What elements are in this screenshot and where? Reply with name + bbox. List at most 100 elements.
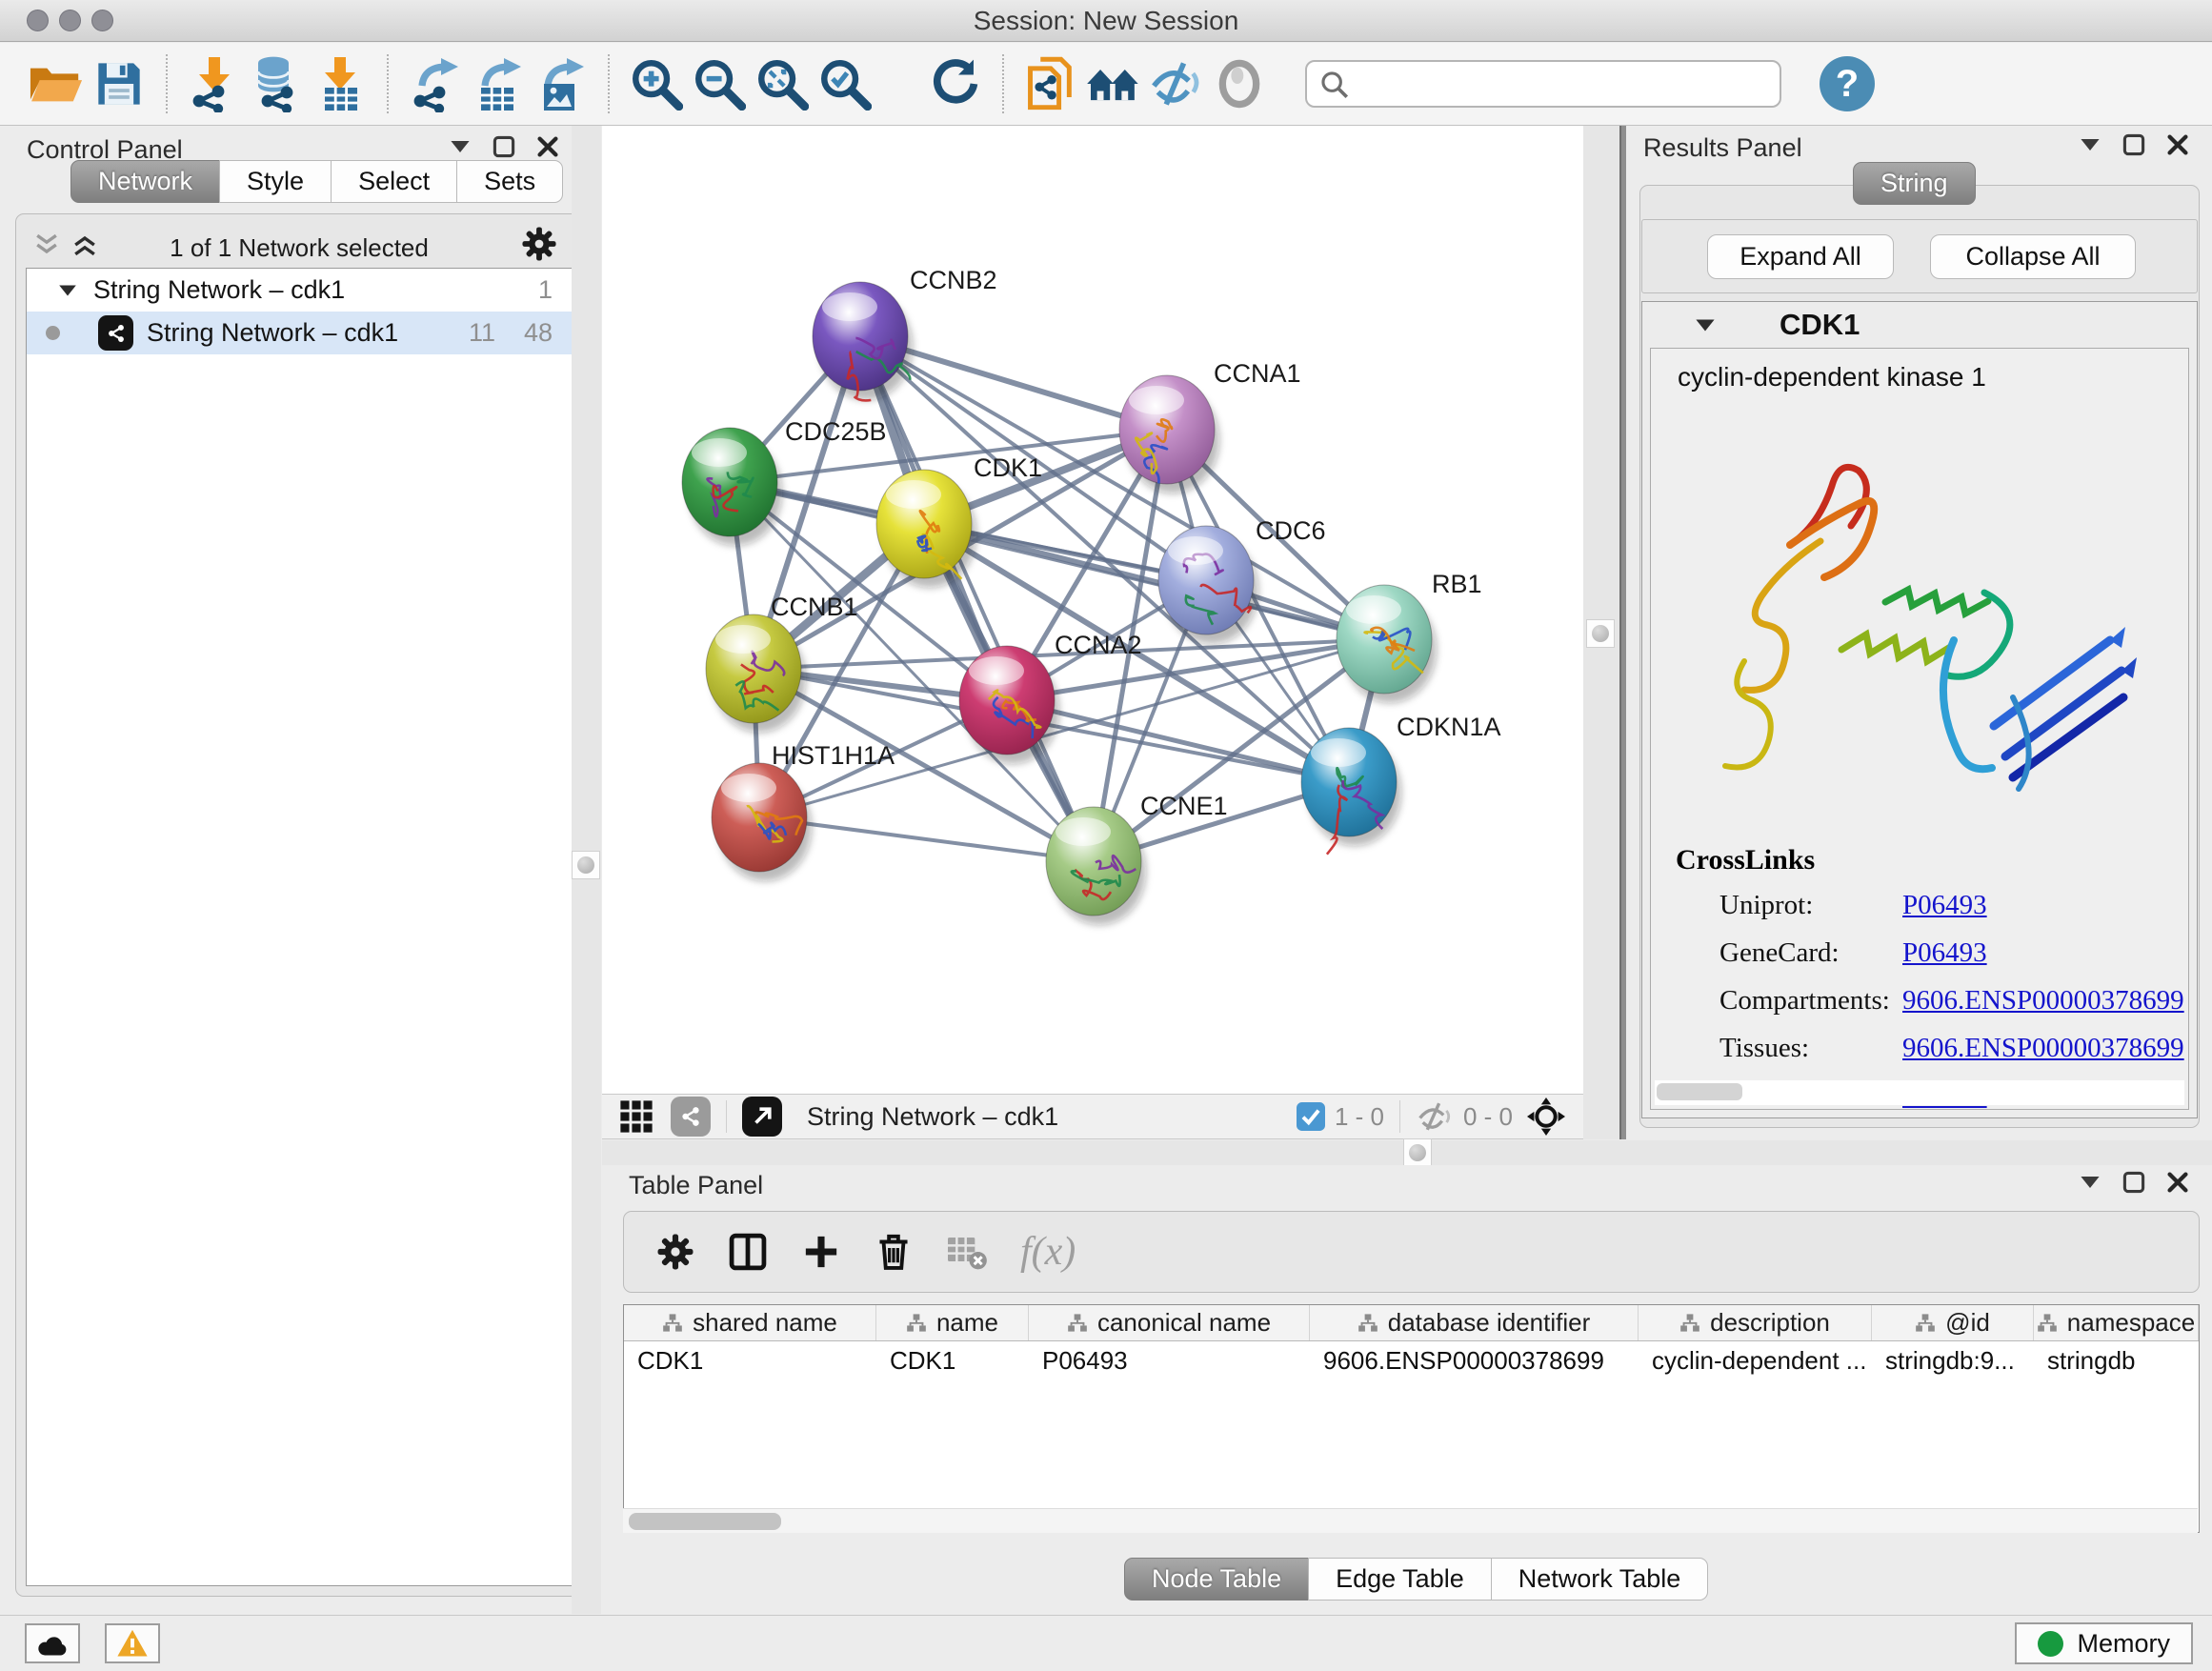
help-button[interactable]: ? [1820,56,1875,111]
column-header-@id[interactable]: @id [1872,1305,2034,1340]
crosslink-link[interactable]: P06493 [1902,937,1987,969]
crosslink-link[interactable]: 9606.ENSP00000378699 [1902,985,2184,1017]
create-column-plus-icon[interactable] [801,1232,841,1272]
column-header-shared-name[interactable]: shared name [624,1305,876,1340]
collapse-all-button[interactable]: Collapse All [1930,234,2136,279]
tab-style[interactable]: Style [219,160,332,203]
table-cell[interactable]: 9606.ENSP00000378699 [1310,1341,1639,1379]
table-cell[interactable]: cyclin-dependent ... [1639,1341,1872,1379]
zoom-in-button[interactable] [625,52,688,115]
enhanced-graphics-toggle-button[interactable] [1145,52,1208,115]
table-cell[interactable]: CDK1 [624,1341,876,1379]
show-columns-icon[interactable] [727,1231,769,1273]
panel-close-icon[interactable] [2166,1171,2189,1194]
save-session-button[interactable] [88,52,151,115]
column-header-database-identifier[interactable]: database identifier [1310,1305,1639,1340]
right-splitter[interactable] [1583,126,1619,1139]
network-node-CDC6[interactable] [1158,526,1258,644]
import-network-database-button[interactable] [246,52,309,115]
panel-float-icon[interactable] [2122,133,2145,156]
cloud-status-button[interactable] [25,1623,80,1663]
panel-close-icon[interactable] [536,135,559,158]
network-options-gear-icon[interactable] [521,226,557,262]
delete-column-trash-icon[interactable] [874,1231,914,1273]
import-network-file-button[interactable] [183,52,246,115]
panel-menu-caret-icon[interactable] [449,138,472,155]
network-node-CCNE1[interactable] [1046,807,1146,925]
table-settings-gear-icon[interactable] [656,1233,694,1271]
node-position-button[interactable] [1526,1097,1566,1137]
memory-button[interactable]: Memory [2015,1622,2193,1664]
left-splitter-grip[interactable] [572,851,600,879]
column-header-canonical-name[interactable]: canonical name [1029,1305,1310,1340]
network-node-CDK1[interactable] [876,470,976,588]
panel-menu-caret-icon[interactable] [2079,136,2101,153]
crosslink-link[interactable]: 9606.ENSP00000378699 [1902,1033,2184,1064]
zoom-out-button[interactable] [688,52,751,115]
tab-edge-table[interactable]: Edge Table [1308,1558,1492,1601]
network-node-RB1[interactable] [1337,585,1437,703]
table-cell[interactable]: stringdb [2034,1341,2199,1379]
table-cell[interactable]: P06493 [1029,1341,1310,1379]
apply-layout-button[interactable] [924,52,987,115]
import-table-file-button[interactable] [309,52,372,115]
selected-checkbox-icon[interactable] [1297,1102,1325,1131]
string-home-button[interactable] [1082,52,1145,115]
tab-string[interactable]: String [1853,162,1976,205]
table-cell[interactable]: stringdb:9... [1872,1341,2034,1379]
show-graphics-details-button[interactable] [1208,52,1271,115]
gene-hscrollbar-thumb[interactable] [1657,1083,1742,1100]
right-splitter-grip[interactable] [1586,619,1615,648]
crosslink-link[interactable]: P06493 [1902,890,1987,921]
network-row[interactable]: String Network – cdk1 11 48 [27,312,573,354]
column-header-namespace[interactable]: namespace [2034,1305,2199,1340]
horizontal-splitter[interactable] [602,1140,2212,1165]
open-in-window-button[interactable] [742,1097,782,1137]
zoom-selected-button[interactable] [814,52,876,115]
network-node-CCNA1[interactable] [1119,375,1219,493]
network-node-CCNB2[interactable] [813,282,913,400]
table-row[interactable]: CDK1CDK1P064939606.ENSP00000378699cyclin… [624,1341,2199,1379]
column-header-description[interactable]: description [1639,1305,1872,1340]
zoom-fit-button[interactable] [751,52,814,115]
zoom-in-icon [630,57,683,111]
birds-eye-grid-icon[interactable] [619,1099,654,1134]
open-session-button[interactable] [25,52,88,115]
table-body: CDK1CDK1P064939606.ENSP00000378699cyclin… [624,1341,2199,1379]
search-input[interactable] [1305,60,1781,108]
tab-network[interactable]: Network [70,160,220,203]
expand-all-button[interactable]: Expand All [1707,234,1894,279]
network-badge-gray[interactable] [671,1097,711,1137]
network-node-CDC25B[interactable] [682,428,782,546]
string-import-button[interactable] [1019,52,1082,115]
panel-close-icon[interactable] [2166,133,2189,156]
network-view-canvas[interactable]: CCNB2CCNA1CDC25BCDK1CDC6RB1CCNB1CCNA2CDK… [602,126,1583,1094]
warnings-button[interactable] [105,1623,160,1663]
hidden-eye-slash-icon[interactable] [1416,1100,1454,1133]
gene-collapse-caret-icon[interactable] [1694,317,1717,333]
network-collection-row[interactable]: String Network – cdk1 1 [27,269,573,312]
export-image-button[interactable] [530,52,593,115]
gene-hscrollbar[interactable] [1655,1080,2184,1105]
tab-node-table[interactable]: Node Table [1124,1558,1309,1601]
panel-float-icon[interactable] [2122,1171,2145,1194]
tab-select[interactable]: Select [331,160,457,203]
export-network-button[interactable] [404,52,467,115]
column-header-name[interactable]: name [876,1305,1029,1340]
table-cell[interactable]: CDK1 [876,1341,1029,1379]
panel-menu-caret-icon[interactable] [2079,1174,2101,1191]
search-field-wrap [1305,60,1781,108]
export-table-button[interactable] [467,52,530,115]
panel-float-icon[interactable] [493,135,515,158]
tab-sets[interactable]: Sets [456,160,563,203]
left-splitter[interactable] [572,126,601,1614]
table-hscrollbar[interactable] [623,1508,2198,1533]
tab-network-table[interactable]: Network Table [1491,1558,1709,1601]
network-node-HIST1H1A[interactable] [712,763,812,881]
table-hscrollbar-thumb[interactable] [629,1513,781,1530]
network-node-CDKN1A[interactable] [1301,728,1401,855]
gene-header-row[interactable]: CDK1 [1642,302,2197,348]
network-node-CCNA2[interactable] [959,646,1059,764]
horizontal-splitter-grip[interactable] [1403,1138,1432,1167]
tree-expand-caret-icon[interactable] [57,283,78,298]
